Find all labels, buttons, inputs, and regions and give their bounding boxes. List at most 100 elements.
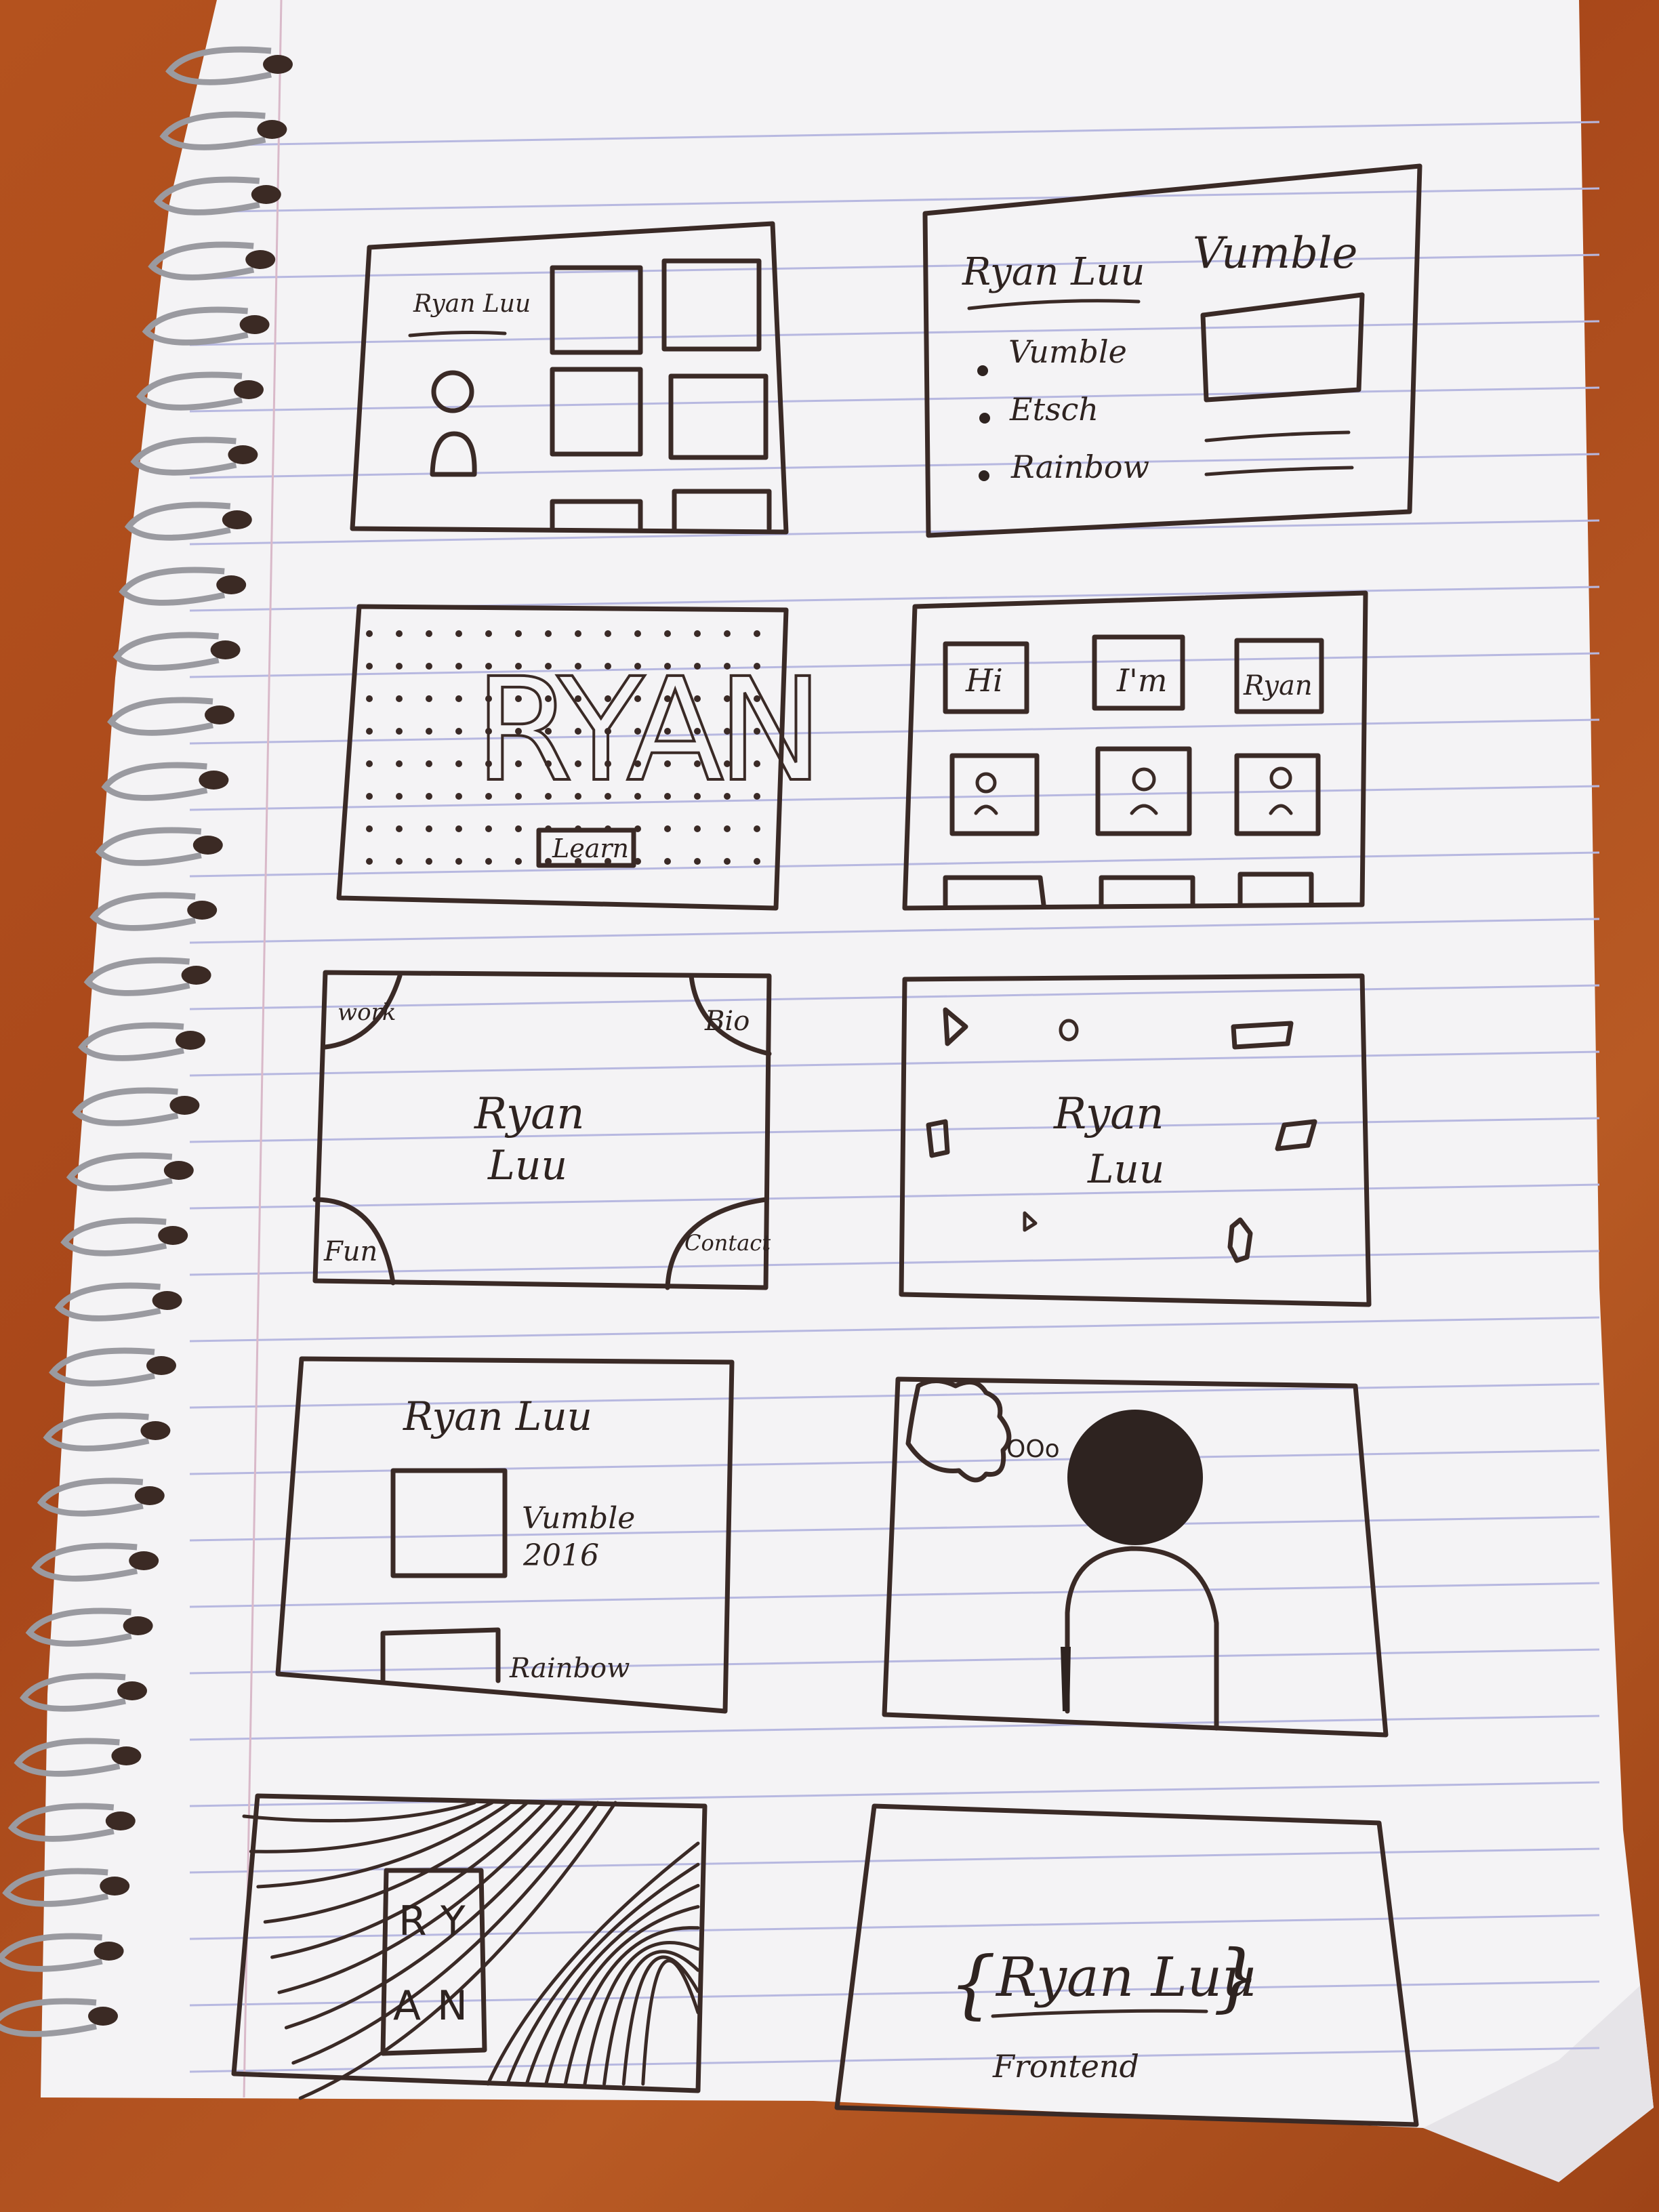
grid-dot	[694, 825, 701, 832]
sketch-4-word-2: I'm	[1116, 662, 1167, 699]
sketch-9-letter-y: Y	[440, 1898, 466, 1945]
grid-dot	[724, 858, 731, 865]
binding-hole	[245, 250, 276, 269]
grid-dot	[664, 630, 671, 637]
grid-dot	[396, 825, 403, 832]
bullet-icon	[979, 413, 990, 424]
sketch-2-list-item-1: Vumble	[1008, 333, 1127, 370]
grid-dot	[634, 630, 641, 637]
sketch-9-letter-a: A	[393, 1982, 421, 2030]
sketch-3-big-word: RYAN	[474, 647, 817, 813]
grid-dot	[515, 858, 522, 865]
binding-hole	[228, 445, 258, 464]
binding-hole	[187, 901, 218, 920]
sketch-5-name-line1: Ryan	[474, 1089, 585, 1139]
sketch-10-brace-right: }	[1213, 1933, 1261, 2020]
grid-dot	[366, 760, 373, 767]
sketch-5-corner-contact: Contact	[684, 1230, 771, 1256]
sketch-5-corner-work: work	[337, 999, 396, 1026]
binding-hole	[94, 1942, 124, 1961]
bullet-icon	[979, 470, 989, 481]
binding-hole	[163, 1161, 194, 1180]
grid-dot	[396, 663, 403, 670]
binding-hole	[239, 315, 270, 334]
binding-hole	[181, 966, 211, 985]
grid-dot	[515, 630, 522, 637]
sketch-10-role: Frontend	[992, 2048, 1139, 2085]
binding-hole	[176, 1031, 205, 1050]
sketch-2-project-title: Vumble	[1193, 228, 1357, 279]
grid-dot	[366, 728, 373, 735]
grid-dot	[366, 793, 373, 800]
grid-dot	[426, 630, 432, 637]
sketch-7-name: Ryan Luu	[403, 1393, 592, 1439]
grid-dot	[455, 825, 462, 832]
grid-dot	[575, 630, 581, 637]
sketch-7-project-name: Vumble	[522, 1501, 635, 1536]
grid-dot	[426, 663, 432, 670]
binding-hole	[152, 1291, 182, 1310]
grid-dot	[455, 793, 462, 800]
sketch-1-name: Ryan Luu	[413, 290, 531, 318]
grid-dot	[426, 825, 432, 832]
binding-hole	[199, 771, 229, 790]
grid-dot	[396, 630, 403, 637]
grid-dot	[515, 825, 522, 832]
grid-dot	[366, 630, 373, 637]
binding-hole	[216, 575, 247, 594]
grid-dot	[366, 695, 373, 702]
grid-dot	[426, 760, 432, 767]
binding-hole	[111, 1746, 142, 1765]
sketch-4-word-3: Ryan	[1243, 670, 1313, 701]
sketch-6-name-line2: Luu	[1087, 1146, 1164, 1192]
grid-dot	[396, 793, 403, 800]
grid-dot	[754, 630, 760, 637]
binding-hole	[169, 1096, 200, 1115]
binding-hole	[105, 1811, 136, 1830]
binding-hole	[192, 836, 223, 855]
head-icon	[1067, 1410, 1203, 1545]
sketch-3-learn-label: Learn	[552, 834, 629, 863]
notebook-page: Ryan Luu Ryan Luu Vumble Vumble Etsch Ra…	[0, 0, 1654, 2182]
sketch-7-second-project: Rainbow	[509, 1653, 630, 1684]
grid-dot	[455, 663, 462, 670]
grid-dot	[664, 825, 671, 832]
sketch-5-name-line2: Luu	[487, 1142, 567, 1189]
sketch-5-corner-bio: Bio	[704, 1006, 750, 1037]
sketch-9-letter-r: R	[398, 1898, 427, 1945]
sketch-2-list-item-3: Rainbow	[1010, 449, 1149, 485]
sketch-2-list-item-2: Etsch	[1009, 391, 1099, 428]
grid-dot	[455, 760, 462, 767]
grid-dot	[426, 728, 432, 735]
binding-hole	[134, 1486, 165, 1505]
grid-dot	[485, 825, 492, 832]
grid-dot	[455, 695, 462, 702]
bullet-icon	[977, 365, 988, 376]
sketch-8-thought-dots: OOo	[1006, 1435, 1060, 1463]
grid-dot	[396, 728, 403, 735]
grid-dot	[396, 695, 403, 702]
grid-dot	[455, 858, 462, 865]
grid-dot	[426, 858, 432, 865]
binding-hole	[222, 510, 252, 529]
grid-dot	[724, 630, 731, 637]
sketch-2-name: Ryan Luu	[962, 250, 1145, 294]
binding-hole	[140, 1421, 171, 1440]
binding-hole	[158, 1226, 188, 1245]
grid-dot	[426, 695, 432, 702]
binding-hole	[234, 380, 264, 399]
sketch-6-name-line1: Ryan	[1053, 1089, 1164, 1139]
binding-hole	[100, 1877, 130, 1896]
grid-dot	[664, 858, 671, 865]
sketch-9-letter-n: N	[437, 1982, 468, 2030]
grid-dot	[485, 858, 492, 865]
sketch-10-brace-left: {	[949, 1940, 996, 2027]
grid-dot	[485, 630, 492, 637]
grid-dot	[605, 630, 611, 637]
binding-hole	[146, 1356, 176, 1375]
grid-dot	[455, 728, 462, 735]
binding-hole	[117, 1681, 147, 1700]
grid-dot	[455, 630, 462, 637]
binding-hole	[263, 55, 293, 74]
grid-dot	[754, 858, 760, 865]
